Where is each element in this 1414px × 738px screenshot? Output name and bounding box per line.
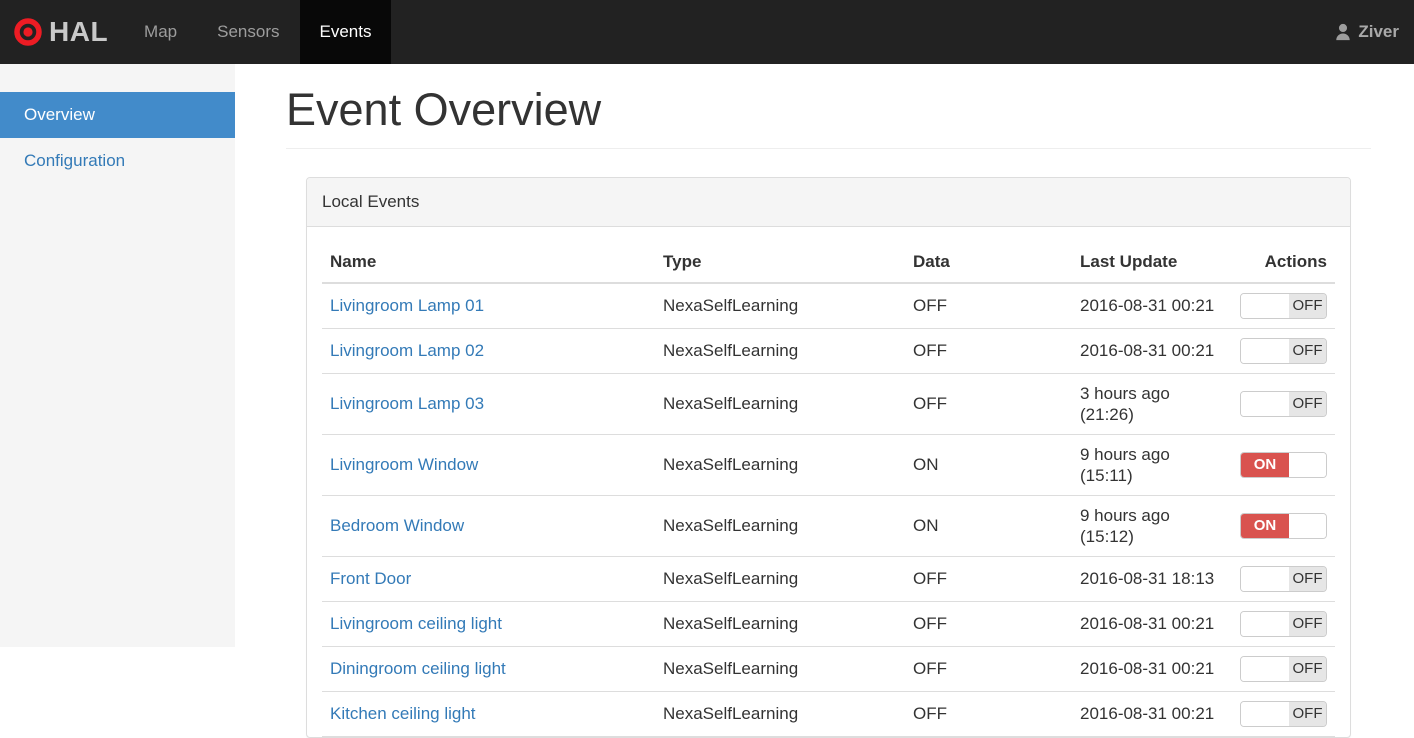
event-data-value: OFF	[905, 646, 1072, 691]
toggle-switch[interactable]: OFF	[1240, 293, 1327, 319]
user-name: Ziver	[1358, 22, 1399, 42]
toggle-switch[interactable]: OFF	[1240, 611, 1327, 637]
table-header-row: Name Type Data Last Update Actions	[322, 242, 1335, 283]
table-row: Kitchen ceiling light NexaSelfLearning O…	[322, 691, 1335, 736]
table-row: Livingroom Lamp 02 NexaSelfLearning OFF …	[322, 328, 1335, 373]
event-type: NexaSelfLearning	[655, 328, 905, 373]
events-table-body: Livingroom Lamp 01 NexaSelfLearning OFF …	[322, 283, 1335, 737]
toggle-state-label: OFF	[1289, 294, 1326, 318]
toggle-switch[interactable]: OFF	[1240, 656, 1327, 682]
toggle-knob	[1241, 612, 1289, 636]
event-data-value: ON	[905, 434, 1072, 495]
top-navbar: HAL Map Sensors Events Ziver	[0, 0, 1414, 64]
event-name-link[interactable]: Livingroom Lamp 03	[330, 394, 484, 413]
toggle-knob	[1241, 339, 1289, 363]
nav-item-events[interactable]: Events	[300, 0, 392, 64]
toggle-switch[interactable]: OFF	[1240, 338, 1327, 364]
main-nav: Map Sensors Events	[124, 0, 391, 64]
table-row: Livingroom Window NexaSelfLearning ON 9 …	[322, 434, 1335, 495]
toggle-switch[interactable]: ON	[1240, 452, 1327, 478]
local-events-panel: Local Events Name Type Data Last Update …	[306, 177, 1351, 738]
event-type: NexaSelfLearning	[655, 373, 905, 434]
toggle-state-label: ON	[1241, 453, 1289, 477]
column-header-actions: Actions	[1232, 242, 1335, 283]
brand-label: HAL	[49, 16, 108, 48]
event-data-value: OFF	[905, 691, 1072, 736]
toggle-state-label: OFF	[1289, 392, 1326, 416]
toggle-knob	[1241, 294, 1289, 318]
event-last-update: 9 hours ago (15:11)	[1072, 434, 1232, 495]
event-name-link[interactable]: Diningroom ceiling light	[330, 659, 506, 678]
toggle-knob	[1241, 702, 1289, 726]
event-last-update: 2016-08-31 00:21	[1072, 328, 1232, 373]
brand[interactable]: HAL	[0, 0, 124, 64]
table-row: Livingroom ceiling light NexaSelfLearnin…	[322, 601, 1335, 646]
event-last-update: 2016-08-31 18:13	[1072, 556, 1232, 601]
event-last-update: 2016-08-31 00:21	[1072, 646, 1232, 691]
toggle-state-label: ON	[1241, 514, 1289, 538]
toggle-state-label: OFF	[1289, 657, 1326, 681]
toggle-state-label: OFF	[1289, 702, 1326, 726]
event-last-update: 2016-08-31 00:21	[1072, 283, 1232, 329]
event-type: NexaSelfLearning	[655, 691, 905, 736]
event-type: NexaSelfLearning	[655, 601, 905, 646]
toggle-switch[interactable]: ON	[1240, 513, 1327, 539]
panel-body: Name Type Data Last Update Actions Livin…	[307, 227, 1350, 737]
panel-title: Local Events	[307, 178, 1350, 227]
event-type: NexaSelfLearning	[655, 495, 905, 556]
column-header-last-update: Last Update	[1072, 242, 1232, 283]
event-name-link[interactable]: Livingroom Lamp 01	[330, 296, 484, 315]
event-name-link[interactable]: Bedroom Window	[330, 516, 464, 535]
main-content: Event Overview Local Events Name Type Da…	[235, 85, 1414, 738]
event-last-update: 3 hours ago (21:26)	[1072, 373, 1232, 434]
table-row: Livingroom Lamp 01 NexaSelfLearning OFF …	[322, 283, 1335, 329]
toggle-switch[interactable]: OFF	[1240, 566, 1327, 592]
toggle-knob	[1289, 453, 1326, 477]
event-data-value: OFF	[905, 556, 1072, 601]
sidebar-item-overview[interactable]: Overview	[0, 92, 235, 138]
toggle-state-label: OFF	[1289, 567, 1326, 591]
toggle-state-label: OFF	[1289, 612, 1326, 636]
sidebar-item-configuration[interactable]: Configuration	[0, 138, 235, 184]
event-data-value: OFF	[905, 283, 1072, 329]
toggle-knob	[1241, 567, 1289, 591]
column-header-data: Data	[905, 242, 1072, 283]
event-type: NexaSelfLearning	[655, 434, 905, 495]
event-name-link[interactable]: Front Door	[330, 569, 411, 588]
hal-logo-icon	[14, 18, 42, 46]
page-title: Event Overview	[286, 85, 1371, 149]
toggle-knob	[1241, 392, 1289, 416]
event-last-update: 2016-08-31 00:21	[1072, 601, 1232, 646]
sidebar: Overview Configuration	[0, 64, 235, 647]
event-last-update: 2016-08-31 00:21	[1072, 691, 1232, 736]
toggle-state-label: OFF	[1289, 339, 1326, 363]
toggle-switch[interactable]: OFF	[1240, 391, 1327, 417]
event-type: NexaSelfLearning	[655, 556, 905, 601]
event-last-update: 9 hours ago (15:12)	[1072, 495, 1232, 556]
event-name-link[interactable]: Livingroom Lamp 02	[330, 341, 484, 360]
event-data-value: OFF	[905, 328, 1072, 373]
nav-item-sensors[interactable]: Sensors	[197, 0, 299, 64]
column-header-type: Type	[655, 242, 905, 283]
event-data-value: OFF	[905, 373, 1072, 434]
table-row: Front Door NexaSelfLearning OFF 2016-08-…	[322, 556, 1335, 601]
event-name-link[interactable]: Livingroom ceiling light	[330, 614, 502, 633]
column-header-name: Name	[322, 242, 655, 283]
table-row: Bedroom Window NexaSelfLearning ON 9 hou…	[322, 495, 1335, 556]
table-row: Diningroom ceiling light NexaSelfLearnin…	[322, 646, 1335, 691]
user-icon	[1334, 23, 1352, 41]
event-type: NexaSelfLearning	[655, 283, 905, 329]
event-type: NexaSelfLearning	[655, 646, 905, 691]
user-menu[interactable]: Ziver	[1334, 0, 1414, 64]
table-row: Livingroom Lamp 03 NexaSelfLearning OFF …	[322, 373, 1335, 434]
event-name-link[interactable]: Kitchen ceiling light	[330, 704, 476, 723]
event-data-value: OFF	[905, 601, 1072, 646]
toggle-switch[interactable]: OFF	[1240, 701, 1327, 727]
event-data-value: ON	[905, 495, 1072, 556]
event-name-link[interactable]: Livingroom Window	[330, 455, 478, 474]
nav-item-map[interactable]: Map	[124, 0, 197, 64]
toggle-knob	[1241, 657, 1289, 681]
toggle-knob	[1289, 514, 1326, 538]
events-table: Name Type Data Last Update Actions Livin…	[322, 242, 1335, 737]
